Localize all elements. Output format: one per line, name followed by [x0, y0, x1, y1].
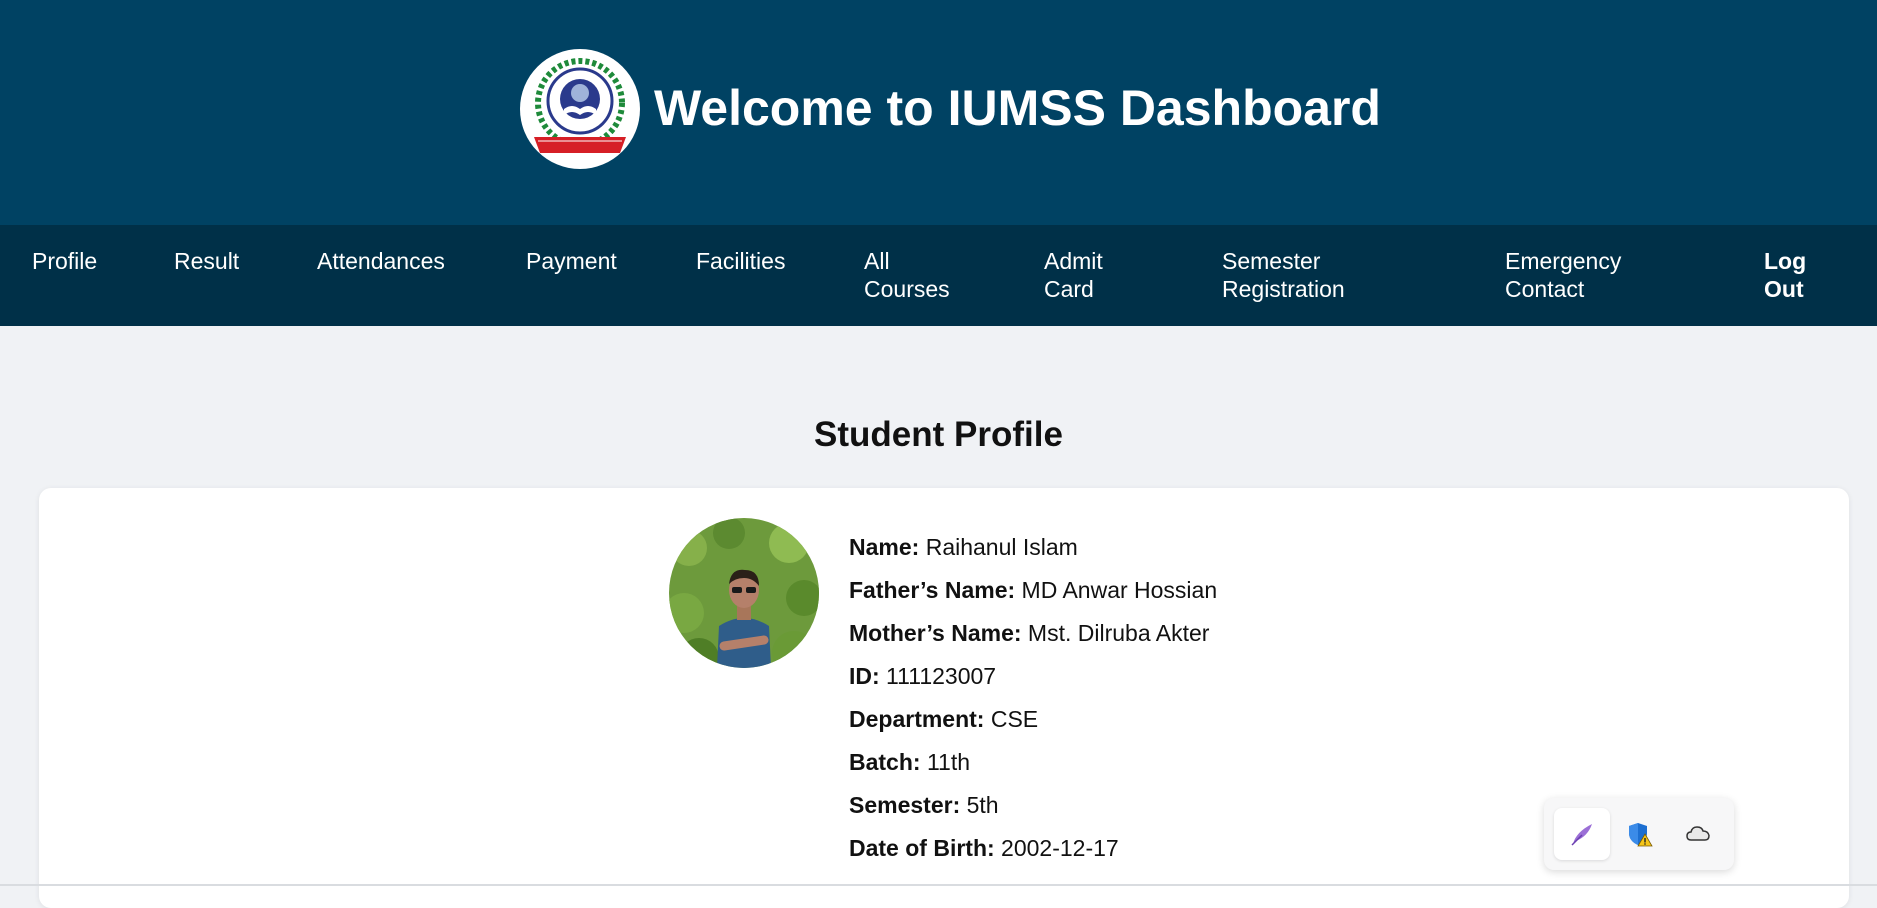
field-value: 11th: [920, 749, 971, 775]
nav-attendances[interactable]: Attendances: [317, 247, 445, 275]
cloud-button[interactable]: [1670, 808, 1726, 860]
field-label: Batch:: [849, 749, 921, 775]
profile-field-father-name: Father’s Name: MD Anwar Hossian: [849, 573, 1217, 616]
nav-result[interactable]: Result: [174, 247, 239, 275]
profile-field-id: ID: 111123007: [849, 659, 1217, 702]
field-label: Name:: [849, 534, 920, 560]
field-value: 2002-12-17: [994, 835, 1119, 861]
university-logo: [520, 49, 640, 169]
nav-label: Facilities: [696, 248, 786, 274]
profile-field-name: Name: Raihanul Islam: [849, 530, 1217, 573]
field-label: Semester:: [849, 792, 961, 818]
profile-field-semester: Semester: 5th: [849, 788, 1217, 831]
nav-all-courses[interactable]: All Courses: [864, 247, 950, 303]
field-value: Mst. Dilruba Akter: [1021, 620, 1210, 646]
field-label: ID:: [849, 663, 880, 689]
shield-warning-icon: [1629, 823, 1653, 847]
profile-details: Name: Raihanul Islam Father’s Name: MD A…: [849, 530, 1217, 874]
nav-label-line1: Log: [1764, 248, 1807, 274]
nav-label-line2: Courses: [864, 276, 950, 302]
nav-label-line1: Semester: [1222, 248, 1321, 274]
field-label: Father’s Name:: [849, 577, 1016, 603]
security-button[interactable]: [1612, 808, 1668, 860]
field-label: Mother’s Name:: [849, 620, 1022, 646]
cloud-icon: [1686, 826, 1710, 841]
nav-label-line2: Card: [1044, 276, 1094, 302]
profile-field-date-of-birth: Date of Birth: 2002-12-17: [849, 831, 1217, 874]
profile-field-mother-name: Mother’s Name: Mst. Dilruba Akter: [849, 616, 1217, 659]
nav-label-line1: All: [864, 248, 890, 274]
nav-label: Profile: [32, 248, 98, 274]
nav-emergency-contact[interactable]: Emergency Contact: [1505, 247, 1621, 303]
nav-log-out[interactable]: Log Out: [1764, 247, 1806, 303]
avatar: [669, 518, 819, 668]
nav-admit-card[interactable]: Admit Card: [1044, 247, 1103, 303]
profile-field-department: Department: CSE: [849, 702, 1217, 745]
field-value: CSE: [984, 706, 1039, 732]
feather-pen-icon: [1571, 824, 1592, 846]
field-value: 5th: [960, 792, 999, 818]
profile-photo: [669, 518, 819, 668]
nav-label: Attendances: [317, 248, 445, 274]
dashboard-title: Welcome to IUMSS Dashboard: [654, 80, 1381, 136]
logo-emblem-icon: [522, 51, 638, 167]
nav-facilities[interactable]: Facilities: [696, 247, 785, 275]
nav-label: Payment: [526, 248, 617, 274]
page-header: Welcome to IUMSS Dashboard: [0, 0, 1877, 225]
nav-label-line2: Registration: [1222, 276, 1345, 302]
nav-label: Result: [174, 248, 240, 274]
field-label: Date of Birth:: [849, 835, 995, 861]
feather-pen-button[interactable]: [1554, 808, 1610, 860]
field-value: MD Anwar Hossian: [1015, 577, 1218, 603]
field-value: Raihanul Islam: [919, 534, 1078, 560]
nav-label-line2: Contact: [1505, 276, 1585, 302]
nav-payment[interactable]: Payment: [526, 247, 617, 275]
nav-label-line2: Out: [1764, 276, 1804, 302]
page-title: Student Profile: [814, 415, 1063, 454]
nav-profile[interactable]: Profile: [32, 247, 97, 275]
nav-semester-registration[interactable]: Semester Registration: [1222, 247, 1345, 303]
page-divider: [0, 884, 1877, 886]
nav-label-line1: Admit: [1044, 248, 1103, 274]
floating-extension-tray: [1544, 798, 1734, 870]
field-label: Department:: [849, 706, 985, 732]
nav-label-line1: Emergency: [1505, 248, 1622, 274]
field-value: 111123007: [879, 663, 997, 689]
main-nav: Profile Result Attendances Payment Facil…: [0, 225, 1877, 326]
profile-field-batch: Batch: 11th: [849, 745, 1217, 788]
